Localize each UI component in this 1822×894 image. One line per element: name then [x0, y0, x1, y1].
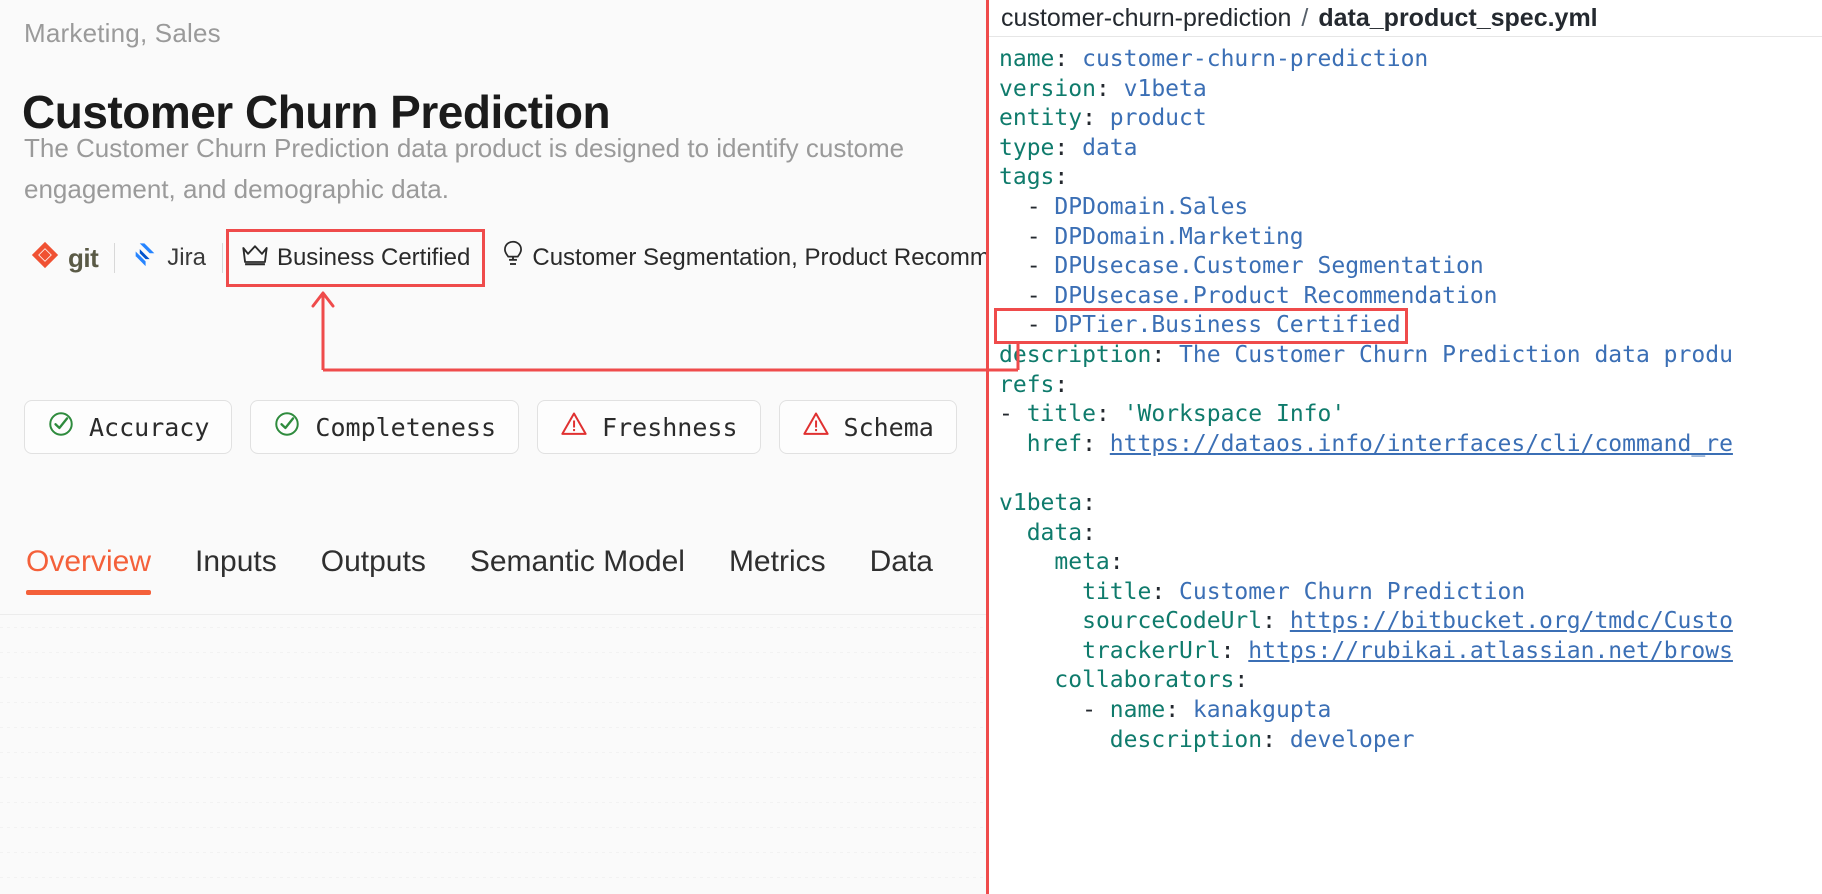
yaml-line: meta: — [1054, 549, 1124, 576]
crown-icon — [241, 242, 269, 275]
quality-badge-freshness[interactable]: Freshness — [537, 400, 761, 454]
domain-tags-text: Marketing, Sales — [24, 18, 221, 48]
yaml-line: title: Customer Churn Prediction — [1082, 578, 1526, 605]
screenshot-root: Marketing, Sales Customer Churn Predicti… — [0, 0, 1822, 894]
business-certified-label: Business Certified — [276, 244, 471, 271]
meta-divider-2 — [221, 243, 223, 273]
yaml-line: - DPDomain.Sales — [1026, 193, 1249, 220]
quality-badge-label: Schema — [843, 412, 934, 442]
yaml-line: - DPTier.Business Certified — [994, 308, 1822, 344]
quality-badge-label: Accuracy — [89, 412, 210, 442]
yaml-line: - title: 'Workspace Info' — [999, 401, 1346, 428]
tab-label: Metrics — [728, 545, 826, 578]
tab-label: Overview — [26, 545, 152, 578]
yaml-code-block[interactable]: name: customer-churn-prediction version: … — [989, 37, 1822, 755]
tab-outputs[interactable]: Outputs — [299, 545, 448, 595]
yaml-line: description: developer — [1109, 726, 1415, 753]
content-loading-skeleton — [0, 615, 986, 894]
yaml-line: - name: kanakgupta — [1082, 697, 1332, 724]
jira-icon — [131, 241, 159, 276]
warning-triangle-icon — [802, 410, 830, 444]
highlighted-yaml-tag: - DPTier.Business Certified — [994, 308, 1408, 344]
yaml-breadcrumb: customer-churn-prediction / data_product… — [989, 0, 1822, 37]
quality-badge-label: Completeness — [315, 412, 497, 442]
yaml-line: collaborators: — [1054, 667, 1249, 694]
yaml-line: - DPDomain.Marketing — [1026, 223, 1304, 250]
yaml-line: data: — [1026, 519, 1096, 546]
check-circle-icon — [47, 410, 75, 444]
warning-triangle-icon — [560, 410, 588, 444]
yaml-line: version: v1beta — [999, 75, 1207, 102]
quality-badge-accuracy[interactable]: Accuracy — [24, 400, 233, 454]
tab-label: Inputs — [195, 545, 277, 578]
yaml-line — [999, 459, 1822, 489]
yaml-file-name: data_product_spec.yml — [1318, 3, 1598, 32]
tab-metrics[interactable]: Metrics — [707, 545, 848, 595]
check-circle-icon — [273, 410, 301, 444]
jira-link-chip[interactable]: Jira — [121, 233, 216, 283]
yaml-line: type: data — [999, 134, 1138, 161]
yaml-line: refs: — [999, 371, 1069, 398]
yaml-line: tags: — [999, 164, 1069, 191]
jira-label: Jira — [167, 244, 206, 271]
tab-overview[interactable]: Overview — [22, 545, 173, 595]
yaml-line: href: https://dataos.info/interfaces/cli… — [1026, 430, 1733, 457]
meta-chip-row: git Jira Business Certified Customer Seg… — [20, 229, 986, 287]
tab-label: Outputs — [320, 545, 426, 578]
meta-divider-1 — [114, 243, 116, 273]
page-description: The Customer Churn Prediction data produ… — [24, 133, 905, 204]
quality-badge-label: Freshness — [602, 412, 738, 442]
git-link-chip[interactable]: git — [20, 233, 108, 283]
tab-data[interactable]: Data — [848, 545, 955, 595]
yaml-repo-name[interactable]: customer-churn-prediction — [1001, 4, 1291, 33]
yaml-line: - DPUsecase.Customer Segmentation — [1026, 253, 1484, 280]
yaml-line: description: The Customer Churn Predicti… — [999, 341, 1733, 368]
usecase-chip[interactable]: Customer Segmentation, Product Recommen — [492, 233, 986, 283]
tab-semantic-model[interactable]: Semantic Model — [448, 545, 707, 595]
git-label: git — [68, 242, 99, 273]
usecase-label: Customer Segmentation, Product Recommen — [532, 244, 986, 271]
tab-label: Data — [869, 545, 933, 578]
yaml-line: name: customer-churn-prediction — [999, 46, 1429, 72]
tab-inputs[interactable]: Inputs — [173, 545, 299, 595]
data-product-detail-pane: Marketing, Sales Customer Churn Predicti… — [0, 0, 986, 894]
yaml-line: entity: product — [999, 105, 1207, 132]
yaml-line: v1beta: — [999, 489, 1096, 516]
tab-label: Semantic Model — [469, 545, 685, 578]
quality-badge-row: Accuracy Completeness Freshness Schema — [24, 400, 957, 454]
git-icon — [30, 240, 60, 277]
yaml-line: trackerUrl: https://rubikai.atlassian.ne… — [1082, 637, 1733, 664]
quality-badge-completeness[interactable]: Completeness — [250, 400, 520, 454]
breadcrumb-separator: / — [1301, 3, 1309, 32]
tab-bar: Overview Inputs Outputs Semantic Model M… — [22, 545, 955, 595]
quality-badge-schema[interactable]: Schema — [778, 400, 957, 454]
bulb-icon — [502, 240, 524, 277]
yaml-spec-pane: customer-churn-prediction / data_product… — [986, 0, 1822, 894]
yaml-line: sourceCodeUrl: https://bitbucket.org/tmd… — [1082, 608, 1733, 635]
business-certified-tier-chip[interactable]: Business Certified — [225, 229, 486, 287]
yaml-line: - DPUsecase.Product Recommendation — [1026, 282, 1498, 309]
